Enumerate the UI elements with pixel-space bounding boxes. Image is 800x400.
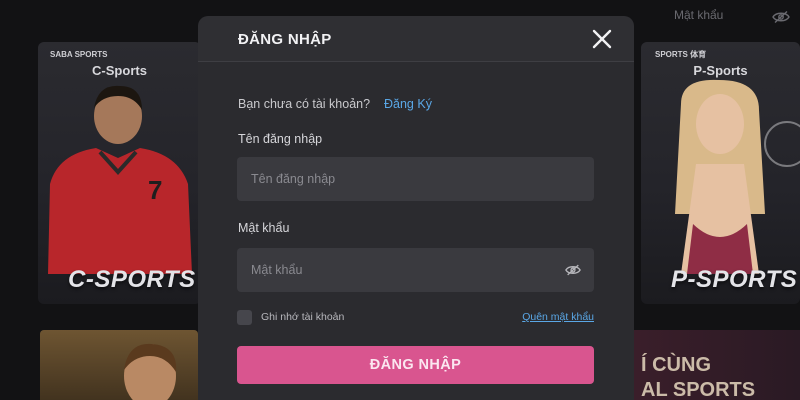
c-sports-card[interactable]: SABA SPORTS C-Sports 7 C-SPORTS <box>38 42 201 304</box>
close-icon[interactable] <box>590 27 614 51</box>
c-sports-banner: C-SPORTS <box>68 266 196 293</box>
header-password-field[interactable]: Mật khẩu <box>674 8 734 30</box>
password-input[interactable] <box>237 248 594 292</box>
p-sports-card[interactable]: SPORTS 体育 P-Sports P-SPORTS <box>641 42 800 304</box>
username-label: Tên đăng nhập <box>238 132 323 146</box>
remember-checkbox[interactable] <box>237 310 252 325</box>
login-modal: ĐĂNG NHẬP Bạn chưa có tài khoản? Đăng Ký… <box>198 16 634 400</box>
no-account-text: Bạn chưa có tài khoản? <box>238 97 371 111</box>
promo-text-line1: Í CÙNG <box>641 354 711 376</box>
eye-off-icon[interactable] <box>772 10 790 24</box>
eye-off-icon[interactable] <box>565 263 581 277</box>
remember-label: Ghi nhớ tài khoản <box>261 311 345 323</box>
sports-logo: SPORTS 体育 <box>655 50 707 59</box>
modal-title: ĐĂNG NHẬP <box>238 31 332 48</box>
p-sports-banner: P-SPORTS <box>671 266 798 293</box>
promo-text-line2: AL SPORTS <box>641 379 756 400</box>
player-image <box>124 343 177 400</box>
promo-card-left[interactable] <box>40 330 198 400</box>
register-link[interactable]: Đăng Ký <box>384 97 432 111</box>
athlete-image: 7 <box>48 85 192 274</box>
login-button[interactable]: ĐĂNG NHẬP <box>237 346 594 384</box>
modal-header: ĐĂNG NHẬP <box>198 16 634 62</box>
modal-body: Bạn chưa có tài khoản? Đăng Ký Tên đăng … <box>198 62 634 400</box>
svg-text:7: 7 <box>148 175 162 205</box>
password-label: Mật khẩu <box>238 221 290 235</box>
header-password-placeholder: Mật khẩu <box>674 8 724 22</box>
athlete-image <box>675 79 800 274</box>
promo-card-right[interactable]: Í CÙNG AL SPORTS <box>634 330 800 400</box>
forgot-password-link[interactable]: Quên mật khẩu <box>522 311 594 323</box>
username-input[interactable] <box>237 157 594 201</box>
saba-sports-logo: SABA SPORTS <box>50 50 108 59</box>
